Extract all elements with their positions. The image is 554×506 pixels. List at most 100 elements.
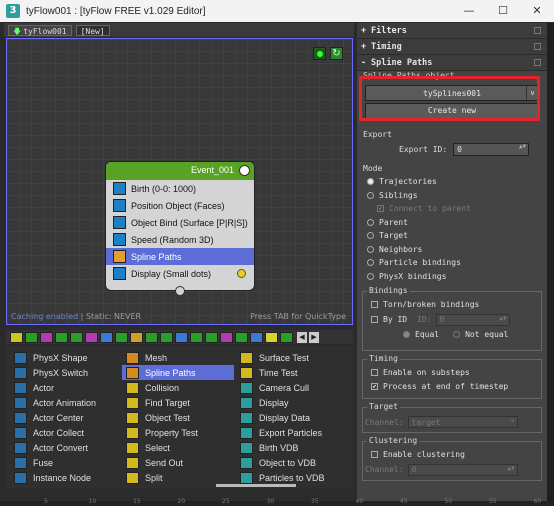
palette-item[interactable]: Send Out: [122, 455, 234, 470]
operator-category-icon[interactable]: [235, 331, 248, 343]
palette-item[interactable]: Fuse: [10, 455, 122, 470]
operator-category-icon[interactable]: [160, 331, 173, 343]
palette-scrollbar[interactable]: [216, 484, 296, 487]
palette-item[interactable]: PhysX Shape: [10, 350, 122, 365]
operator-category-icon[interactable]: [115, 331, 128, 343]
mode-target[interactable]: Target: [361, 229, 543, 243]
operator-category-icon[interactable]: [85, 331, 98, 343]
checkbox-icon[interactable]: [371, 451, 378, 459]
by-id-checkbox[interactable]: By ID: [365, 313, 407, 327]
palette-item[interactable]: Actor Collect: [10, 425, 122, 440]
event-operator-row[interactable]: Object Bind (Surface [P|R|S]): [106, 214, 254, 231]
palette-item[interactable]: Mesh: [122, 350, 234, 365]
event-node[interactable]: Event_001 Birth (0-0: 1000) Position Obje…: [105, 161, 255, 296]
pin-icon[interactable]: [534, 59, 541, 66]
event-output-socket[interactable]: [175, 286, 185, 296]
refresh-icon[interactable]: ↻: [330, 47, 343, 60]
checkbox-icon[interactable]: [371, 301, 378, 309]
operator-category-icon[interactable]: [265, 331, 278, 343]
operator-category-icon[interactable]: [40, 331, 53, 343]
enable-flow-icon[interactable]: [313, 47, 326, 60]
palette-item[interactable]: Camera Cull: [236, 380, 348, 395]
event-operator-row[interactable]: Display (Small dots): [106, 265, 254, 282]
tab-new[interactable]: [New]: [75, 24, 110, 36]
display-color-swatch-icon[interactable]: [237, 269, 246, 278]
event-operator-row[interactable]: Position Object (Faces): [106, 197, 254, 214]
palette-item[interactable]: Object Test: [122, 410, 234, 425]
scroll-left-button[interactable]: ◀: [297, 331, 307, 343]
event-operator-row[interactable]: Birth (0-0: 1000): [106, 180, 254, 197]
event-header[interactable]: Event_001: [106, 162, 254, 180]
palette-item[interactable]: Actor Animation: [10, 395, 122, 410]
mode-parent[interactable]: Parent: [361, 216, 543, 230]
spinner-arrows-icon[interactable]: ▲▼: [519, 143, 526, 150]
event-operator-row[interactable]: Speed (Random 3D): [106, 231, 254, 248]
radio-icon[interactable]: [367, 178, 374, 186]
radio-icon[interactable]: [367, 259, 374, 267]
event-operator-row[interactable]: Spline Paths: [106, 248, 254, 265]
palette-item[interactable]: Time Test: [236, 365, 348, 380]
palette-item[interactable]: Surface Test: [236, 350, 348, 365]
palette-item[interactable]: PhysX Switch: [10, 365, 122, 380]
operator-category-icon[interactable]: [100, 331, 113, 343]
minimize-button[interactable]: —: [452, 0, 486, 22]
mode-trajectories[interactable]: Trajectories: [361, 175, 543, 189]
pin-icon[interactable]: [534, 27, 541, 34]
radio-icon[interactable]: [367, 272, 374, 280]
enable-clustering-checkbox[interactable]: Enable clustering: [365, 448, 539, 462]
palette-item[interactable]: Export Particles: [236, 425, 348, 440]
operator-category-icon[interactable]: [55, 331, 68, 343]
scroll-right-button[interactable]: ▶: [309, 331, 319, 343]
rollout-filters[interactable]: + Filters: [357, 23, 547, 38]
mode-physx-bindings[interactable]: PhysX bindings: [361, 270, 543, 284]
palette-item[interactable]: Actor Convert: [10, 440, 122, 455]
radio-icon[interactable]: [367, 232, 374, 240]
operator-category-icon[interactable]: [175, 331, 188, 343]
palette-item[interactable]: Actor: [10, 380, 122, 395]
palette-item[interactable]: Display Data: [236, 410, 348, 425]
pin-icon[interactable]: [534, 43, 541, 50]
export-id-spinner[interactable]: 0 ▲▼: [453, 142, 530, 156]
process-end-checkbox[interactable]: ✔ Process at end of timestep: [365, 380, 539, 394]
tab-tyflow001[interactable]: 🡇 tyFlow001: [8, 24, 72, 36]
checkbox-icon[interactable]: [371, 369, 378, 377]
palette-item[interactable]: Select: [122, 440, 234, 455]
palette-item[interactable]: Instance Node: [10, 470, 122, 485]
mode-neighbors[interactable]: Neighbors: [361, 243, 543, 257]
operator-category-icon[interactable]: [70, 331, 83, 343]
palette-item[interactable]: Find Target: [122, 395, 234, 410]
operator-category-icon[interactable]: [10, 331, 23, 343]
check-icon[interactable]: ✔: [371, 382, 378, 390]
operator-category-icon[interactable]: [190, 331, 203, 343]
operator-category-icon[interactable]: [280, 331, 293, 343]
mode-siblings[interactable]: Siblings: [361, 189, 543, 203]
operator-category-icon[interactable]: [250, 331, 263, 343]
close-button[interactable]: ✕: [520, 0, 554, 22]
enable-substeps-checkbox[interactable]: Enable on substeps: [365, 366, 539, 380]
palette-item[interactable]: Particles to VDB: [236, 470, 348, 485]
flow-canvas[interactable]: ↻ Event_001 Birth (0-0: 1000) Position Ob…: [6, 38, 353, 325]
radio-icon[interactable]: [367, 218, 374, 226]
operator-category-icon[interactable]: [130, 331, 143, 343]
palette-item[interactable]: Display: [236, 395, 348, 410]
palette-item[interactable]: Spline Paths: [122, 365, 234, 380]
palette-item[interactable]: Birth VDB: [236, 440, 348, 455]
palette-item[interactable]: Object to VDB: [236, 455, 348, 470]
palette-item[interactable]: Property Test: [122, 425, 234, 440]
maximize-button[interactable]: ☐: [486, 0, 520, 22]
mode-particle-bindings[interactable]: Particle bindings: [361, 256, 543, 270]
palette-item[interactable]: Collision: [122, 380, 234, 395]
palette-item[interactable]: Split: [122, 470, 234, 485]
rollout-spline-paths[interactable]: - Spline Paths: [357, 55, 547, 70]
checkbox-icon[interactable]: [371, 316, 378, 323]
operator-category-icon[interactable]: [220, 331, 233, 343]
operator-category-icon[interactable]: [205, 331, 218, 343]
panel-scrollbar[interactable]: [547, 23, 554, 501]
palette-item[interactable]: Actor Center: [10, 410, 122, 425]
operator-category-icon[interactable]: [25, 331, 38, 343]
radio-icon[interactable]: [367, 191, 374, 199]
operator-category-icon[interactable]: [145, 331, 158, 343]
rollout-timing[interactable]: + Timing: [357, 39, 547, 54]
radio-icon[interactable]: [367, 245, 374, 253]
torn-bindings-checkbox[interactable]: Torn/broken bindings: [365, 298, 539, 312]
